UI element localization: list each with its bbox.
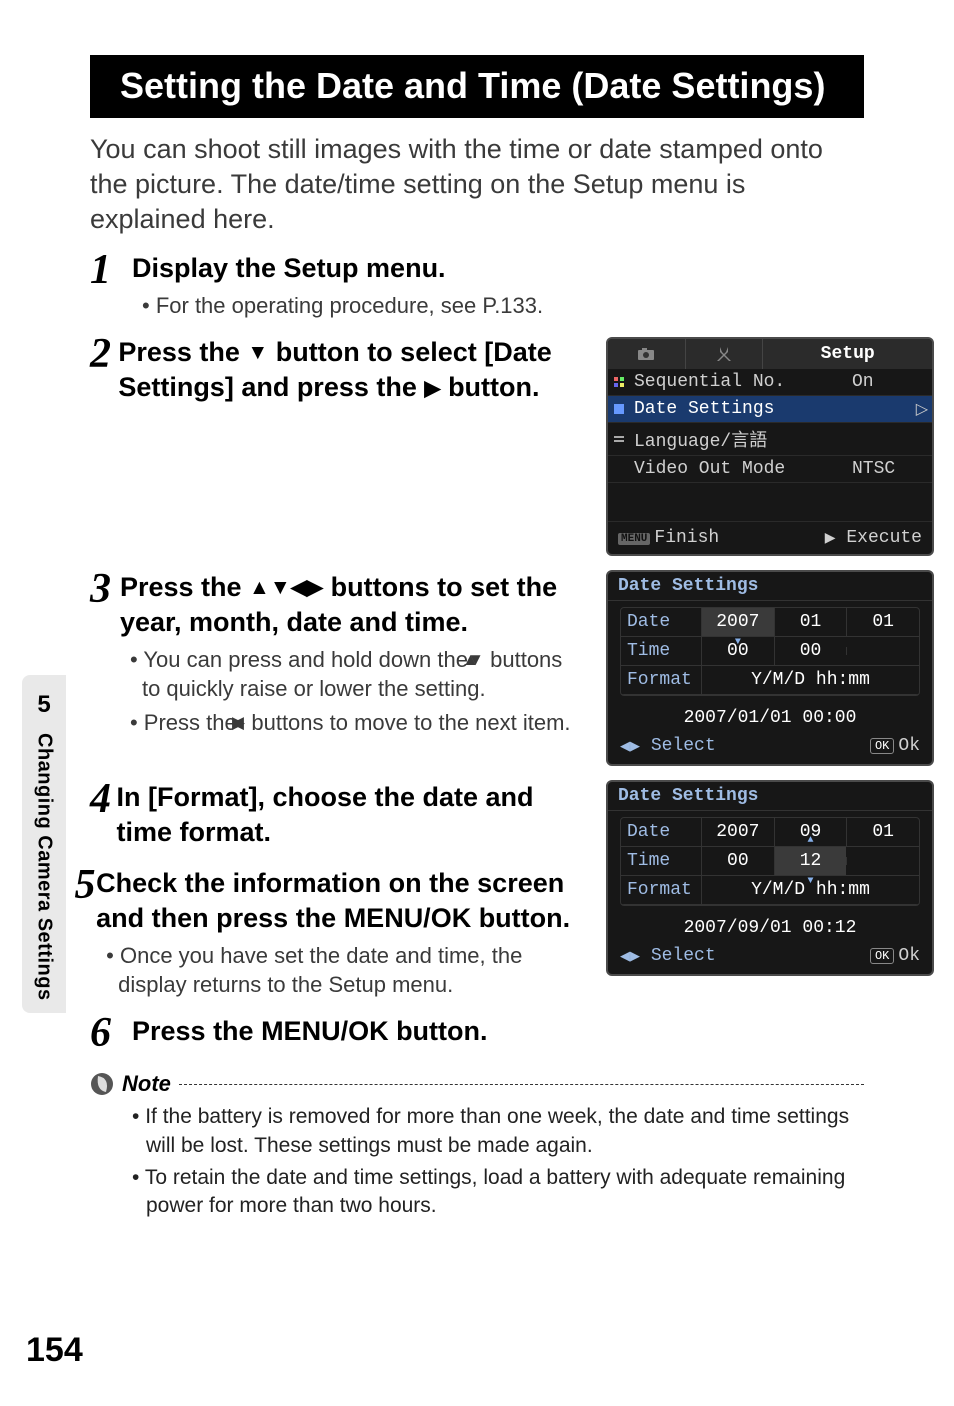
step-5-sub: Once you have set the date and time, the… <box>96 942 586 999</box>
ds1-time-mm: 00 <box>774 637 847 665</box>
ds2-date-year: 2007 <box>701 818 774 846</box>
ds2-date-label: Date <box>621 818 701 846</box>
setup-menu-screenshot: Setup Sequential No. On Date Settings La… <box>606 337 934 556</box>
step-number-5: 5 <box>74 868 96 904</box>
ds1-date-year: 2007 <box>701 608 774 636</box>
ds1-time-label: Time <box>621 637 701 665</box>
intro-text: You can shoot still images with the time… <box>90 132 864 237</box>
menu-video-out-value: NTSC <box>852 459 922 479</box>
step-4-title: In [Format], choose the date and time fo… <box>116 780 586 850</box>
chapter-side-tab: 5 Changing Camera Settings <box>22 675 66 1013</box>
down-arrow-icon <box>270 570 291 605</box>
step-number-2: 2 <box>90 337 118 373</box>
note-dashes <box>179 1084 864 1085</box>
section-title-bar: Setting the Date and Time (Date Settings… <box>90 55 864 118</box>
step-2-text-c: button. <box>441 372 540 402</box>
ds2-foot-arrows: ◀▶ <box>620 949 640 964</box>
note-item-2: To retain the date and time settings, lo… <box>130 1164 864 1221</box>
menu-sequential-no: Sequential No. <box>634 372 852 392</box>
tab-setup-label: Setup <box>763 339 932 369</box>
ds1-preview: 2007/01/01 00:00 <box>608 702 932 732</box>
ds1-title: Date Settings <box>608 572 932 601</box>
step-6-title: Press the MENU/OK button. <box>132 1014 934 1049</box>
ds1-foot-ok: Ok <box>898 736 920 756</box>
menu-foot-execute: Execute <box>846 528 922 548</box>
step-number-1: 1 <box>90 253 132 289</box>
step-3-sub2-b: buttons to move to the next item. <box>245 710 570 735</box>
menu-language: Language/言語 <box>634 426 922 452</box>
ds1-format-value: Y/M/D hh:mm <box>701 666 919 694</box>
menu-row-icon <box>614 434 624 444</box>
ds2-date-day: 01 <box>846 818 919 846</box>
right-arrow-icon <box>424 370 440 405</box>
step-2-text-a: Press the <box>118 337 247 367</box>
note-item-1: If the battery is removed for more than … <box>130 1103 864 1160</box>
left-arrow-icon <box>291 570 307 605</box>
ds2-time-label: Time <box>621 847 701 875</box>
menu-row-icon <box>614 404 624 414</box>
execute-arrow-icon: ▶ <box>825 531 836 547</box>
ds2-time-mm: 12 <box>774 847 847 875</box>
menu-date-settings: Date Settings <box>634 399 922 419</box>
step-1-note: For the operating procedure, see P.133. <box>132 292 934 321</box>
menu-row-icon <box>614 377 624 387</box>
ds1-date-month: 01 <box>774 608 847 636</box>
up-arrow-icon <box>249 570 270 605</box>
title-accent <box>90 55 108 118</box>
ds2-time-hh: 00 <box>701 847 774 875</box>
ds2-foot-select: Select <box>651 946 716 966</box>
step-3-sub2: Press the buttons to move to the next it… <box>120 709 586 738</box>
ds2-time-blank <box>846 857 919 865</box>
menu-video-out: Video Out Mode <box>634 459 852 479</box>
intro-line: You can shoot still images with the time… <box>90 134 823 234</box>
step-2-body: Press the button to select [Date Setting… <box>118 335 586 405</box>
ds2-foot-ok: Ok <box>898 946 920 966</box>
ds1-format-label: Format <box>621 666 701 694</box>
ds2-preview: 2007/09/01 00:12 <box>608 912 932 942</box>
ds1-foot-arrows: ◀▶ <box>620 739 640 754</box>
ds1-date-label: Date <box>621 608 701 636</box>
date-settings-screenshot-1: Date Settings Date 2007 01 01 Time 00 00 <box>606 570 934 766</box>
right-arrow-icon <box>307 570 323 605</box>
ds1-time-blank <box>846 647 919 655</box>
menu-badge: MENU <box>618 533 650 545</box>
note-icon <box>90 1072 114 1096</box>
ds1-foot-select: Select <box>651 736 716 756</box>
step-3-sub2-a: Press the <box>144 710 243 735</box>
chapter-label: Changing Camera Settings <box>33 733 56 1001</box>
down-arrow-icon <box>247 335 268 370</box>
ds2-format-label: Format <box>621 876 701 904</box>
tab-camera-icon <box>608 339 686 369</box>
step-3-text-a: Press the <box>120 572 249 602</box>
menu-foot-finish: Finish <box>654 528 719 548</box>
ok-badge-icon: OK <box>870 738 894 754</box>
ds1-date-day: 01 <box>846 608 919 636</box>
step-number-4: 4 <box>90 782 116 818</box>
step-number-3: 3 <box>90 572 120 608</box>
date-settings-screenshot-2: Date Settings Date 2007 09 01 Time 00 12 <box>606 780 934 976</box>
step-3-sub1: You can press and hold down the buttons … <box>120 646 586 703</box>
step-3-body: Press the buttons to set the year, month… <box>120 570 586 738</box>
step-number-6: 6 <box>90 1016 132 1052</box>
note-list: If the battery is removed for more than … <box>130 1103 864 1220</box>
note-label: Note <box>122 1071 171 1097</box>
menu-sequential-no-value: On <box>852 372 922 392</box>
section-title: Setting the Date and Time (Date Settings… <box>108 55 864 118</box>
tab-tool-icon <box>686 339 764 369</box>
step-3-sub1-a: You can press and hold down the <box>143 647 474 672</box>
step-5-title: Check the information on the screen and … <box>96 866 586 936</box>
ok-badge-icon: OK <box>870 948 894 964</box>
ds2-title: Date Settings <box>608 782 932 811</box>
chapter-number: 5 <box>22 691 66 719</box>
step-1-title: Display the Setup menu. <box>132 251 934 286</box>
